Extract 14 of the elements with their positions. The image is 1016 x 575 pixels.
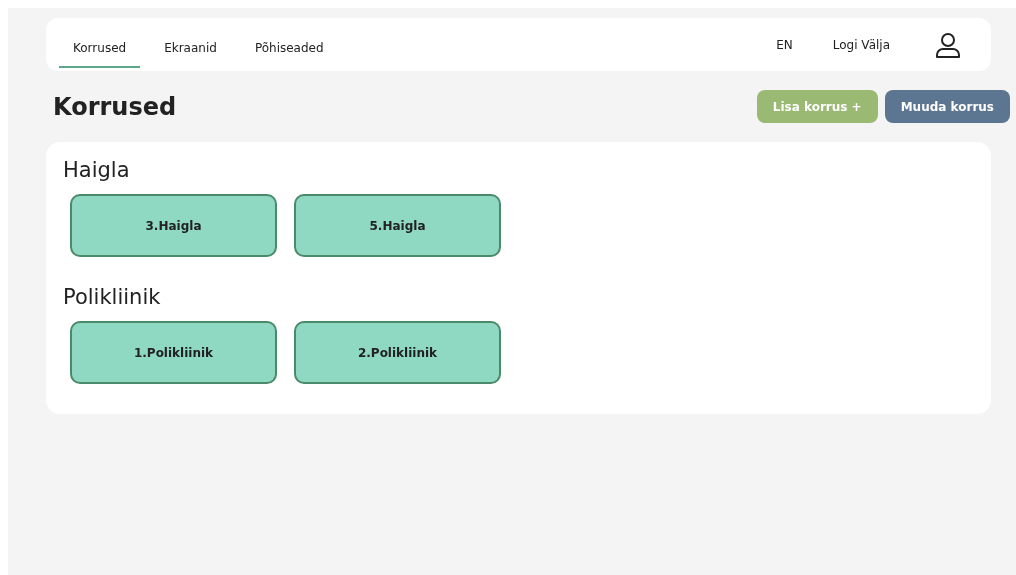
edit-floor-button[interactable]: Muuda korrus [884, 90, 1010, 123]
group-title: Haigla [63, 158, 131, 182]
nav-tab[interactable]: Korrused [59, 28, 141, 68]
nav-tab[interactable]: Ekraanid [150, 28, 231, 68]
nav-tab[interactable]: Põhiseaded [240, 28, 338, 68]
logout-button[interactable]: Logi Välja [822, 33, 900, 56]
floor-tile[interactable]: 5.Haigla [294, 194, 501, 257]
floor-tile[interactable]: 3.Haigla [70, 194, 277, 257]
language-button[interactable]: EN [766, 33, 803, 56]
user-icon[interactable] [934, 30, 962, 59]
floor-tile[interactable]: 1.Polikliinik [70, 321, 277, 384]
page-title: Korrused [53, 92, 177, 121]
group-title: Polikliinik [63, 285, 162, 309]
floor-tile[interactable]: 2.Polikliinik [294, 321, 501, 384]
